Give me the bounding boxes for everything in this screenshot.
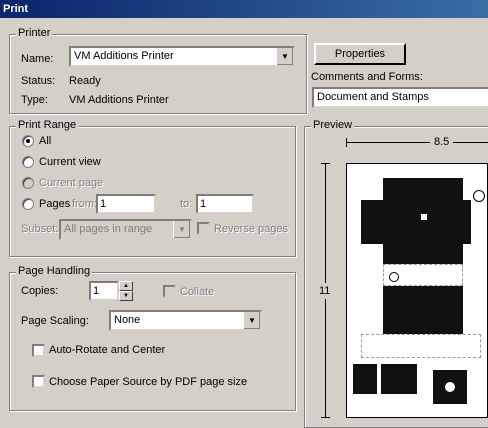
from-page-input[interactable]: 1 <box>96 194 156 214</box>
preview-shape <box>381 364 417 394</box>
copies-label: Copies: <box>21 285 59 297</box>
auto-rotate-checkbox[interactable] <box>32 344 45 357</box>
preview-shape <box>361 200 471 244</box>
subset-label: Subset: <box>21 223 59 235</box>
status-label: Status: <box>21 75 56 87</box>
page-scaling-label: Page Scaling: <box>21 315 89 327</box>
all-radio[interactable] <box>22 135 34 147</box>
preview-shape <box>361 334 481 358</box>
preview-shape <box>383 286 463 336</box>
spin-down-icon[interactable]: ▼ <box>119 291 133 301</box>
collate-label: Collate <box>180 286 215 298</box>
printer-group-label: Printer <box>16 27 53 39</box>
from-label: from: <box>72 198 98 210</box>
collate-checkbox[interactable] <box>163 285 176 298</box>
reverse-pages-label: Reverse pages <box>214 223 288 235</box>
preview-circle <box>473 190 485 202</box>
copies-input[interactable]: 1 <box>89 281 119 301</box>
height-ruler-tick-top <box>321 163 330 164</box>
current-page-label: Current page <box>39 177 104 189</box>
printer-name-value: VM Additions Printer <box>74 50 174 62</box>
properties-button[interactable]: Properties <box>314 43 406 65</box>
comments-forms-label: Comments and Forms: <box>311 71 423 83</box>
current-view-label[interactable]: Current view <box>39 156 101 168</box>
status-value: Ready <box>69 75 101 87</box>
pages-radio[interactable] <box>22 198 34 210</box>
paper-source-label[interactable]: Choose Paper Source by PDF page size <box>49 376 247 388</box>
to-page-input[interactable]: 1 <box>196 194 254 214</box>
chevron-down-icon[interactable]: ▼ <box>276 48 293 65</box>
page-scaling-select[interactable]: None ▼ <box>109 310 262 331</box>
printer-name-label: Name: <box>21 53 54 65</box>
type-value: VM Additions Printer <box>69 94 169 106</box>
preview-shape <box>383 244 463 264</box>
preview-shape <box>383 178 463 200</box>
current-page-radio[interactable] <box>22 177 34 189</box>
page-width-label: 8.5 <box>430 136 454 148</box>
subset-value: All pages in range <box>64 223 153 235</box>
preview-square <box>421 214 427 220</box>
pages-label[interactable]: Pages <box>39 198 70 210</box>
title-bar: Print <box>0 0 488 18</box>
window-title: Print <box>3 3 29 15</box>
all-label[interactable]: All <box>39 135 51 147</box>
page-height-label: 11 <box>319 283 331 299</box>
page-handling-group-label: Page Handling <box>16 265 93 277</box>
properties-button-label: Properties <box>334 48 386 60</box>
subset-select[interactable]: All pages in range ▼ <box>59 219 192 240</box>
preview-group-label: Preview <box>311 119 355 131</box>
comments-forms-select[interactable]: Document and Stamps <box>312 87 488 108</box>
comments-forms-value: Document and Stamps <box>317 91 429 103</box>
auto-rotate-label[interactable]: Auto-Rotate and Center <box>49 344 165 356</box>
preview-circle <box>389 272 399 282</box>
width-ruler <box>346 142 488 143</box>
printer-name-select[interactable]: VM Additions Printer ▼ <box>69 46 295 67</box>
copies-spinner[interactable]: ▲ ▼ <box>119 281 133 301</box>
page-preview <box>346 163 488 418</box>
to-label: to: <box>180 198 193 210</box>
reverse-pages-checkbox[interactable] <box>197 222 210 235</box>
preview-circle <box>445 382 455 392</box>
chevron-down-icon[interactable]: ▼ <box>173 221 190 238</box>
current-view-radio[interactable] <box>22 156 34 168</box>
preview-shape <box>353 364 377 394</box>
type-label: Type: <box>21 94 48 106</box>
page-scaling-value: None <box>114 314 141 326</box>
paper-source-checkbox[interactable] <box>32 375 45 388</box>
spin-up-icon[interactable]: ▲ <box>119 281 133 291</box>
height-ruler-tick-bottom <box>321 417 330 418</box>
width-ruler-tick <box>346 138 347 147</box>
print-range-group-label: Print Range <box>16 119 79 131</box>
chevron-down-icon[interactable]: ▼ <box>243 312 260 329</box>
